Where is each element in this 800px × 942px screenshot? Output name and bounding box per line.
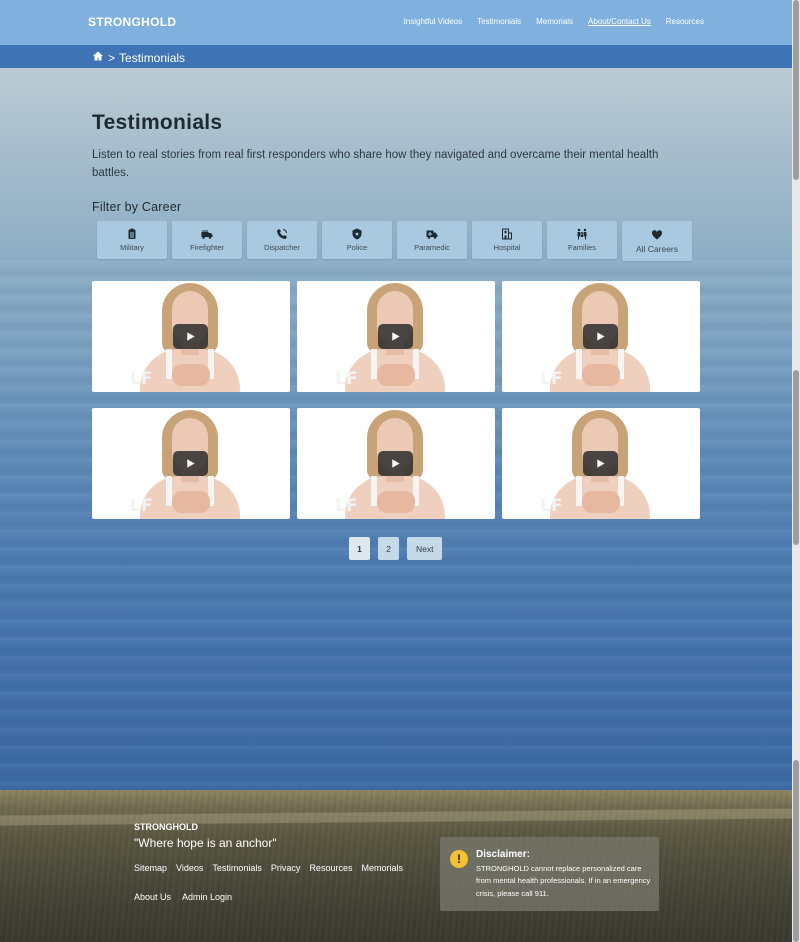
intro-text: Listen to real stories from real first r… <box>92 149 659 179</box>
footer-link-admin-login[interactable]: Admin Login <box>182 892 232 902</box>
filter-label: Hospital <box>493 243 521 252</box>
breadcrumb-bar: > Testimonials <box>0 45 792 68</box>
video-thumbnail[interactable]: LF <box>502 408 700 519</box>
play-icon <box>187 459 195 468</box>
filter-families[interactable]: Families <box>547 221 617 259</box>
scrollbar-thumb[interactable] <box>793 760 799 942</box>
page-scrollbar[interactable] <box>792 0 800 942</box>
nav-resources[interactable]: Resources <box>666 17 704 26</box>
filter-label: Firefighter <box>190 243 224 252</box>
page-2-button[interactable]: 2 <box>378 537 399 560</box>
family-icon <box>577 228 587 240</box>
filter-label: Paramedic <box>414 243 450 252</box>
footer-link-resources[interactable]: Resources <box>309 863 352 873</box>
scrollbar-thumb[interactable] <box>793 0 799 180</box>
filter-heading: Filter by Career <box>92 200 182 214</box>
brand-logo[interactable]: STRONGHOLD <box>88 15 176 29</box>
footer-link-memorials[interactable]: Memorials <box>361 863 403 873</box>
filter-label: Military <box>120 243 144 252</box>
testimonial-video-grid: LF LF LF LF LF LF <box>92 281 700 519</box>
footer-link-testimonials[interactable]: Testimonials <box>212 863 262 873</box>
nav-about-contact[interactable]: About/Contact Us <box>588 17 651 26</box>
video-thumbnail[interactable]: LF <box>297 408 495 519</box>
phone-icon <box>277 229 287 239</box>
fire-truck-icon <box>201 230 213 239</box>
disclaimer-box: ! Disclaimer: STRONGHOLD cannot replace … <box>440 837 659 911</box>
disclaimer-title: Disclaimer: <box>476 849 530 860</box>
top-navigation: STRONGHOLD Insightful Videos Testimonial… <box>0 0 792 45</box>
nav-testimonials[interactable]: Testimonials <box>477 17 521 26</box>
play-button[interactable] <box>173 451 208 476</box>
play-icon <box>597 332 605 341</box>
footer-tagline: "Where hope is an anchor" <box>134 836 277 850</box>
heart-icon <box>651 229 663 239</box>
play-button[interactable] <box>378 451 413 476</box>
footer-brand: STRONGHOLD <box>134 822 198 832</box>
footer-links: Sitemap Videos Testimonials Privacy Reso… <box>134 863 403 873</box>
filter-all-careers[interactable]: All Careers <box>622 221 692 261</box>
filter-label: Dispatcher <box>264 243 300 252</box>
video-thumbnail[interactable]: LF <box>92 408 290 519</box>
breadcrumb-current: Testimonials <box>119 50 186 65</box>
disclaimer-text: STRONGHOLD cannot replace personalized c… <box>476 864 651 898</box>
ambulance-icon <box>426 230 438 239</box>
video-thumbnail[interactable]: LF <box>92 281 290 392</box>
page-1-button[interactable]: 1 <box>349 537 370 560</box>
page-title: Testimonials <box>92 111 223 134</box>
pagination: 1 2 Next <box>349 537 443 560</box>
filter-label: Police <box>346 243 368 252</box>
video-watermark: LF <box>335 369 358 389</box>
breadcrumb-separator: > <box>108 50 116 65</box>
video-watermark: LF <box>540 496 563 516</box>
play-icon <box>392 459 400 468</box>
play-icon <box>597 459 605 468</box>
filter-paramedic[interactable]: Paramedic <box>397 221 467 259</box>
footer-links-secondary: About Us Admin Login <box>134 892 232 902</box>
filter-hospital[interactable]: Hospital <box>472 221 542 259</box>
video-watermark: LF <box>130 369 153 389</box>
footer-link-sitemap[interactable]: Sitemap <box>134 863 167 873</box>
hospital-icon <box>502 228 512 240</box>
filter-dispatcher[interactable]: Dispatcher <box>247 221 317 259</box>
filter-military[interactable]: Military <box>97 221 167 259</box>
video-thumbnail[interactable]: LF <box>297 281 495 392</box>
filter-firefighter[interactable]: Firefighter <box>172 221 242 259</box>
career-filter-bar: Military Firefighter Dispatcher Police P… <box>97 221 692 261</box>
video-watermark: LF <box>335 496 358 516</box>
next-page-button[interactable]: Next <box>407 537 443 560</box>
clipboard-icon <box>128 228 136 239</box>
footer-link-privacy[interactable]: Privacy <box>271 863 301 873</box>
nav-insightful-videos[interactable]: Insightful Videos <box>404 17 463 26</box>
main-nav: Insightful Videos Testimonials Memorials… <box>404 17 704 26</box>
home-icon[interactable] <box>92 50 104 65</box>
nav-memorials[interactable]: Memorials <box>536 17 573 26</box>
play-button[interactable] <box>583 324 618 349</box>
footer-link-videos[interactable]: Videos <box>176 863 203 873</box>
play-icon <box>187 332 195 341</box>
play-button[interactable] <box>173 324 208 349</box>
shield-icon <box>352 228 362 240</box>
scrollbar-thumb[interactable] <box>793 370 799 545</box>
video-watermark: LF <box>540 369 563 389</box>
play-button[interactable] <box>583 451 618 476</box>
filter-police[interactable]: Police <box>322 221 392 259</box>
play-icon <box>392 332 400 341</box>
video-watermark: LF <box>130 496 153 516</box>
video-thumbnail[interactable]: LF <box>502 281 700 392</box>
filter-label: All Careers <box>635 243 679 254</box>
play-button[interactable] <box>378 324 413 349</box>
breadcrumb: > Testimonials <box>92 50 185 65</box>
footer-link-about-us[interactable]: About Us <box>134 892 171 902</box>
filter-label: Families <box>568 243 596 252</box>
warning-icon: ! <box>450 850 468 868</box>
